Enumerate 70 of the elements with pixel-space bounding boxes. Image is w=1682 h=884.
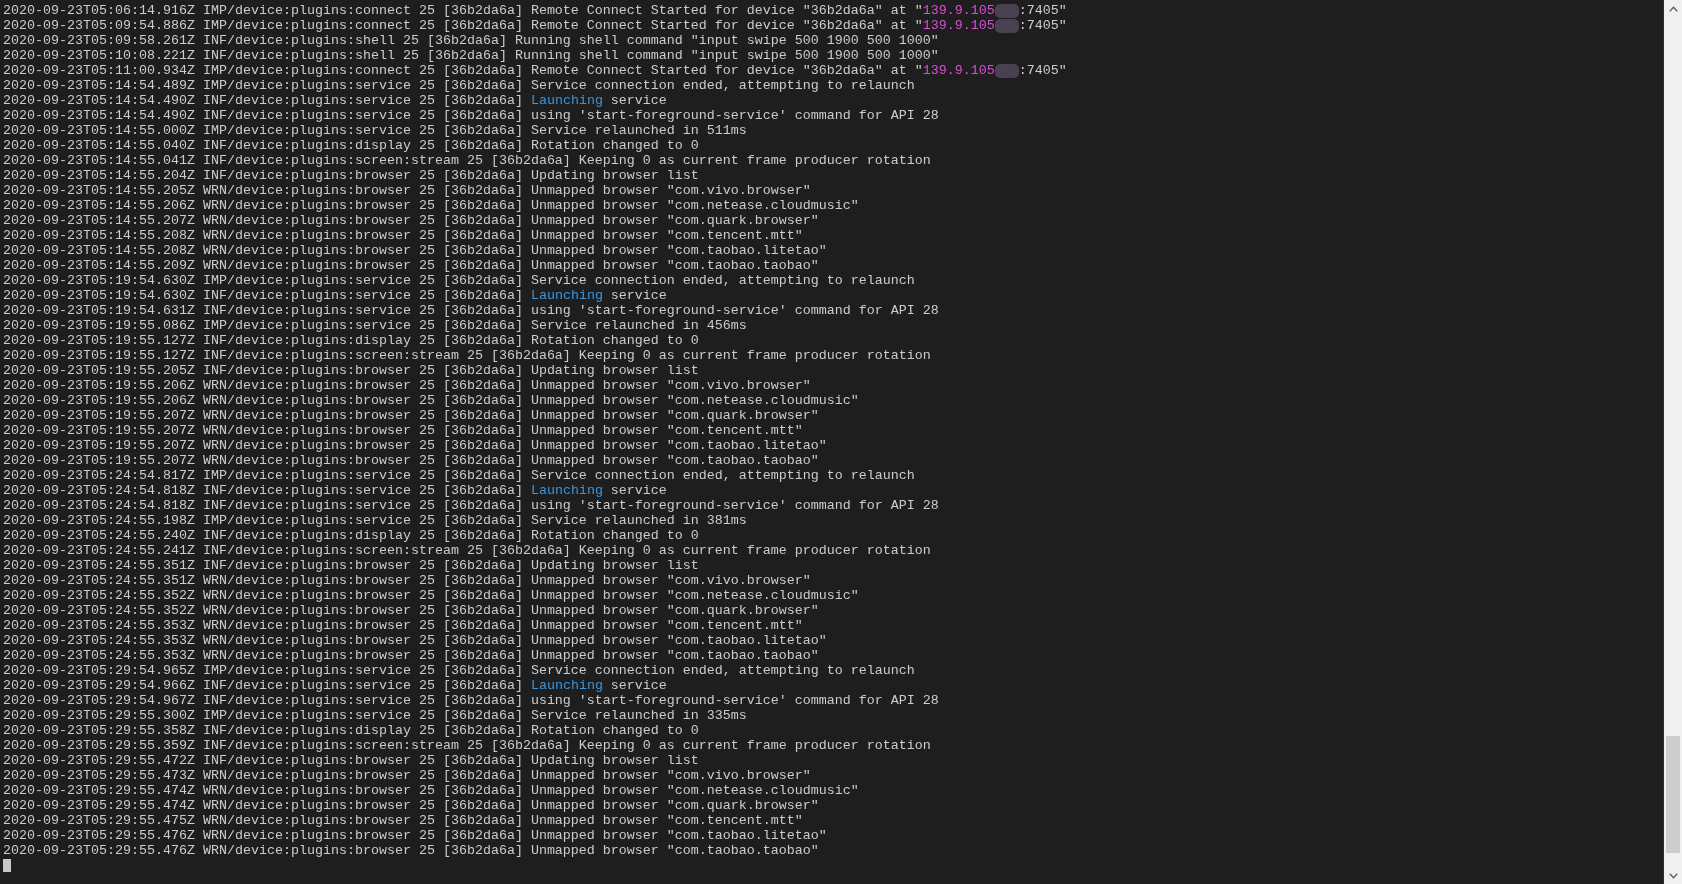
redaction-blur	[994, 63, 1019, 78]
log-line: 2020-09-23T05:09:58.261Z INF/device:plugins:shell 25 [36b2da6a] Running shell command "input swipe 500 1900 500 1000"	[3, 33, 939, 48]
log-text: :7405"	[1018, 18, 1067, 33]
log-line: 2020-09-23T05:19:55.127Z INF/device:plugins:screen:stream 25 [36b2da6a] Keeping 0 as current frame producer rotation	[3, 348, 931, 363]
log-line: 2020-09-23T05:19:55.205Z INF/device:plugins:browser 25 [36b2da6a] Updating browser list	[3, 363, 699, 378]
redaction-blur	[994, 3, 1019, 18]
log-line: 2020-09-23T05:19:55.207Z WRN/device:plugins:browser 25 [36b2da6a] Unmapped browser "com.quark.browser"	[3, 408, 819, 423]
log-line: 2020-09-23T05:14:55.041Z INF/device:plugins:screen:stream 25 [36b2da6a] Keeping 0 as current frame producer rotation	[3, 153, 931, 168]
log-line: 2020-09-23T05:29:55.358Z INF/device:plugins:display 25 [36b2da6a] Rotation changed to 0	[3, 723, 699, 738]
ip-address: 139.9.105	[922, 63, 995, 78]
log-line: 2020-09-23T05:14:55.000Z IMP/device:plugins:service 25 [36b2da6a] Service relaunched in 511ms	[3, 123, 747, 138]
scrollbar-thumb[interactable]	[1666, 736, 1680, 853]
scrollbar[interactable]	[1663, 0, 1682, 884]
log-line: 2020-09-23T05:19:55.086Z IMP/device:plugins:service 25 [36b2da6a] Service relaunched in 456ms	[3, 318, 747, 333]
chevron-up-icon	[1668, 5, 1678, 12]
log-line: 2020-09-23T05:24:55.351Z WRN/device:plugins:browser 25 [36b2da6a] Unmapped browser "com.vivo.browser"	[3, 573, 811, 588]
ip-address: 139.9.105	[922, 3, 995, 18]
log-line: 2020-09-23T05:24:55.353Z WRN/device:plugins:browser 25 [36b2da6a] Unmapped browser "com.taobao.litetao"	[3, 633, 827, 648]
log-line: 2020-09-23T05:29:55.473Z WRN/device:plugins:browser 25 [36b2da6a] Unmapped browser "com.vivo.browser"	[3, 768, 811, 783]
chevron-down-icon	[1668, 872, 1678, 879]
log-line: 2020-09-23T05:29:55.300Z IMP/device:plugins:service 25 [36b2da6a] Service relaunched in 335ms	[3, 708, 747, 723]
log-line: 2020-09-23T05:24:55.198Z IMP/device:plugins:service 25 [36b2da6a] Service relaunched in 381ms	[3, 513, 747, 528]
log-line: 2020-09-23T05:29:55.476Z WRN/device:plugins:browser 25 [36b2da6a] Unmapped browser "com.taobao.litetao"	[3, 828, 827, 843]
log-line: 2020-09-23T05:24:55.240Z INF/device:plugins:display 25 [36b2da6a] Rotation changed to 0	[3, 528, 699, 543]
log-line: 2020-09-23T05:19:54.630Z INF/device:plugins:service 25 [36b2da6a] Launching service	[3, 288, 667, 303]
log-line: 2020-09-23T05:19:55.207Z WRN/device:plugins:browser 25 [36b2da6a] Unmapped browser "com.tencent.mtt"	[3, 423, 803, 438]
log-line: 2020-09-23T05:14:55.040Z INF/device:plugins:display 25 [36b2da6a] Rotation changed to 0	[3, 138, 699, 153]
log-line: 2020-09-23T05:29:55.359Z INF/device:plugins:screen:stream 25 [36b2da6a] Keeping 0 as current frame producer rotation	[3, 738, 931, 753]
log-line: 2020-09-23T05:14:55.208Z WRN/device:plugins:browser 25 [36b2da6a] Unmapped browser "com.tencent.mtt"	[3, 228, 803, 243]
log-text: 2020-09-23T05:11:00.934Z IMP/device:plugins:connect 25 [36b2da6a] Remote Connect Started for device "36b2da6a" at "	[3, 63, 923, 78]
log-line: 2020-09-23T05:14:54.490Z INF/device:plugins:service 25 [36b2da6a] Launching service	[3, 93, 667, 108]
log-line: 2020-09-23T05:14:54.490Z INF/device:plugins:service 25 [36b2da6a] using 'start-foreground-service' command for API 28	[3, 108, 939, 123]
log-line: 2020-09-23T05:19:54.630Z IMP/device:plugins:service 25 [36b2da6a] Service connection ended, attempting to relaunch	[3, 273, 915, 288]
log-line: 2020-09-23T05:19:55.207Z WRN/device:plugins:browser 25 [36b2da6a] Unmapped browser "com.taobao.litetao"	[3, 438, 827, 453]
log-line: 2020-09-23T05:14:55.209Z WRN/device:plugins:browser 25 [36b2da6a] Unmapped browser "com.taobao.taobao"	[3, 258, 819, 273]
log-line: 2020-09-23T05:19:54.631Z INF/device:plugins:service 25 [36b2da6a] using 'start-foreground-service' command for API 28	[3, 303, 939, 318]
log-line: 2020-09-23T05:19:55.206Z WRN/device:plugins:browser 25 [36b2da6a] Unmapped browser "com.vivo.browser"	[3, 378, 811, 393]
log-line: 2020-09-23T05:24:55.351Z INF/device:plugins:browser 25 [36b2da6a] Updating browser list	[3, 558, 699, 573]
log-text: 2020-09-23T05:06:14.916Z IMP/device:plugins:connect 25 [36b2da6a] Remote Connect Started for device "36b2da6a" at "	[3, 3, 923, 18]
log-line: 2020-09-23T05:29:54.966Z INF/device:plugins:service 25 [36b2da6a] Launching service	[3, 678, 667, 693]
log-line: 2020-09-23T05:29:54.965Z IMP/device:plugins:service 25 [36b2da6a] Service connection ended, attempting to relaunch	[3, 663, 915, 678]
log-line: 2020-09-23T05:24:55.352Z WRN/device:plugins:browser 25 [36b2da6a] Unmapped browser "com.netease.cloudmusic"	[3, 588, 859, 603]
ip-address: 139.9.105	[922, 18, 995, 33]
log-line: 2020-09-23T05:19:55.206Z WRN/device:plugins:browser 25 [36b2da6a] Unmapped browser "com.netease.cloudmusic"	[3, 393, 859, 408]
log-line: 2020-09-23T05:19:55.207Z WRN/device:plugins:browser 25 [36b2da6a] Unmapped browser "com.taobao.taobao"	[3, 453, 819, 468]
log-line: 2020-09-23T05:24:55.353Z WRN/device:plugins:browser 25 [36b2da6a] Unmapped browser "com.tencent.mtt"	[3, 618, 803, 633]
log-line: 2020-09-23T05:14:55.204Z INF/device:plugins:browser 25 [36b2da6a] Updating browser list	[3, 168, 699, 183]
log-line: 2020-09-23T05:24:54.818Z INF/device:plugins:service 25 [36b2da6a] using 'start-foreground-service' command for API 28	[3, 498, 939, 513]
log-line: 2020-09-23T05:29:55.474Z WRN/device:plugins:browser 25 [36b2da6a] Unmapped browser "com.quark.browser"	[3, 798, 819, 813]
log-line: 2020-09-23T05:24:55.352Z WRN/device:plugins:browser 25 [36b2da6a] Unmapped browser "com.quark.browser"	[3, 603, 819, 618]
log-line: 2020-09-23T05:14:55.205Z WRN/device:plugins:browser 25 [36b2da6a] Unmapped browser "com.vivo.browser"	[3, 183, 811, 198]
log-line: 2020-09-23T05:29:55.472Z INF/device:plugins:browser 25 [36b2da6a] Updating browser list	[3, 753, 699, 768]
log-line: 2020-09-23T05:24:54.817Z IMP/device:plugins:service 25 [36b2da6a] Service connection ended, attempting to relaunch	[3, 468, 915, 483]
log-line: 2020-09-23T05:29:55.474Z WRN/device:plugins:browser 25 [36b2da6a] Unmapped browser "com.netease.cloudmusic"	[3, 783, 859, 798]
log-line: 2020-09-23T05:10:08.221Z INF/device:plugins:shell 25 [36b2da6a] Running shell command "input swipe 500 1900 500 1000"	[3, 48, 939, 63]
log-line: 2020-09-23T05:29:55.475Z WRN/device:plugins:browser 25 [36b2da6a] Unmapped browser "com.tencent.mtt"	[3, 813, 803, 828]
log-line: 2020-09-23T05:19:55.127Z INF/device:plugins:display 25 [36b2da6a] Rotation changed to 0	[3, 333, 699, 348]
log-line: 2020-09-23T05:24:54.818Z INF/device:plugins:service 25 [36b2da6a] Launching service	[3, 483, 667, 498]
log-line: 2020-09-23T05:14:55.208Z WRN/device:plugins:browser 25 [36b2da6a] Unmapped browser "com.taobao.litetao"	[3, 243, 827, 258]
log-text: :7405"	[1018, 3, 1067, 18]
log-line: 2020-09-23T05:24:55.353Z WRN/device:plugins:browser 25 [36b2da6a] Unmapped browser "com.taobao.taobao"	[3, 648, 819, 663]
log-text: :7405"	[1018, 63, 1067, 78]
log-line: 2020-09-23T05:29:54.967Z INF/device:plugins:service 25 [36b2da6a] using 'start-foreground-service' command for API 28	[3, 693, 939, 708]
log-line: 2020-09-23T05:24:55.241Z INF/device:plugins:screen:stream 25 [36b2da6a] Keeping 0 as current frame producer rotation	[3, 543, 931, 558]
log-line: 2020-09-23T05:29:55.476Z WRN/device:plugins:browser 25 [36b2da6a] Unmapped browser "com.taobao.taobao"	[3, 843, 819, 858]
redaction-blur	[994, 18, 1019, 33]
log-text: 2020-09-23T05:09:54.886Z IMP/device:plugins:connect 25 [36b2da6a] Remote Connect Started for device "36b2da6a" at "	[3, 18, 923, 33]
log-line: 2020-09-23T05:14:55.207Z WRN/device:plugins:browser 25 [36b2da6a] Unmapped browser "com.quark.browser"	[3, 213, 819, 228]
log-line: 2020-09-23T05:14:55.206Z WRN/device:plugins:browser 25 [36b2da6a] Unmapped browser "com.netease.cloudmusic"	[3, 198, 859, 213]
log-line: 2020-09-23T05:14:54.489Z IMP/device:plugins:service 25 [36b2da6a] Service connection ended, attempting to relaunch	[3, 78, 915, 93]
